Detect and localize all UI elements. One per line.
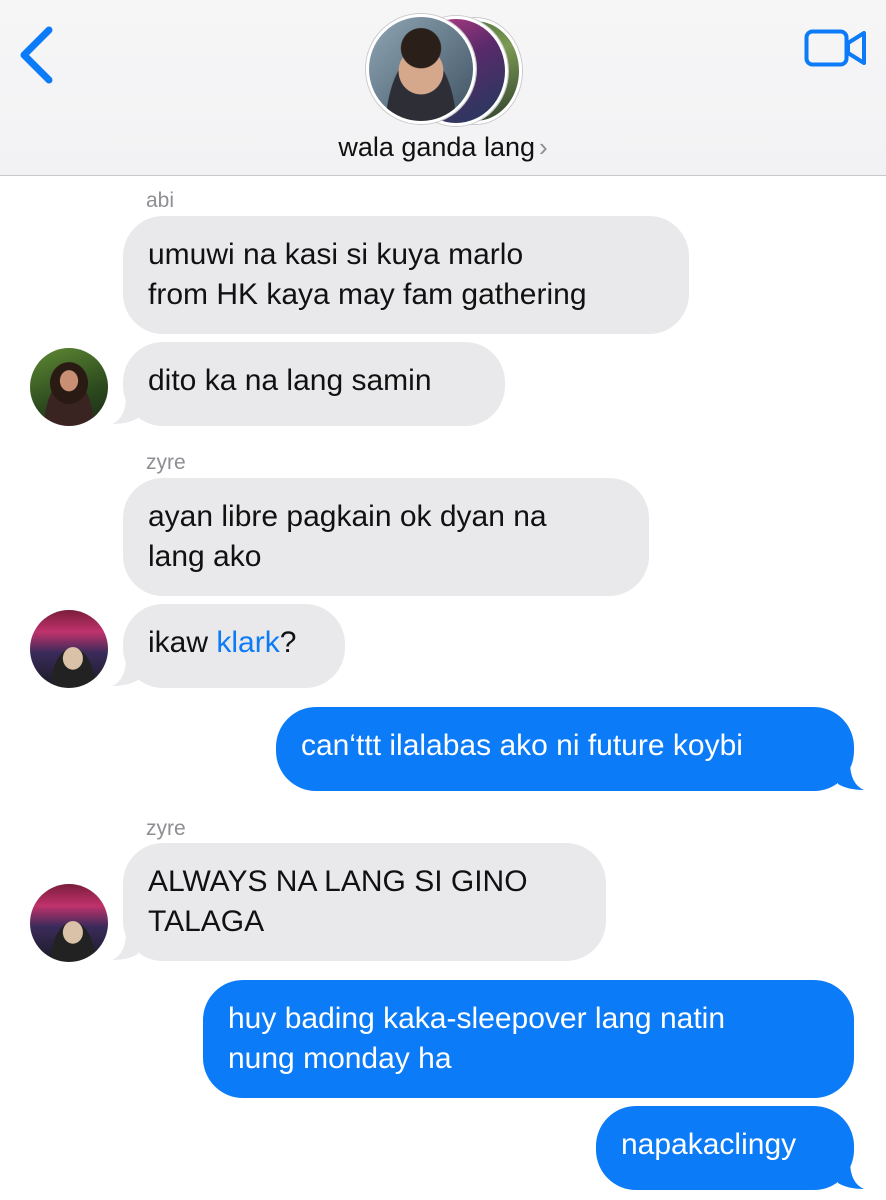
mention-link[interactable]: klark (216, 626, 279, 659)
message-line: TALAGA (148, 905, 265, 938)
sender-avatar[interactable] (30, 610, 108, 688)
sender-name: zyre (146, 817, 186, 840)
group-name[interactable]: wala ganda lang › (0, 132, 886, 163)
message-line: ALWAYS NA LANG SI GINO (148, 865, 528, 898)
bubble-tail (838, 1161, 864, 1189)
message-bubble-incoming[interactable]: ikaw klark? (123, 604, 345, 688)
group-name-label: wala ganda lang (338, 132, 535, 162)
message-bubble-incoming[interactable]: ALWAYS NA LANG SI GINO TALAGA (123, 843, 606, 961)
message-bubble-incoming[interactable]: ayan libre pagkain ok dyan na lang ako (123, 478, 649, 596)
back-button[interactable] (18, 26, 58, 84)
video-camera-icon (804, 29, 866, 67)
message-line: from HK kaya may fam gathering (148, 278, 587, 311)
message-text: dito ka na lang samin (148, 364, 432, 397)
message-bubble-outgoing[interactable]: huy bading kaka-sleepover lang natin nun… (203, 980, 854, 1098)
message-line: umuwi na kasi si kuya marlo (148, 238, 524, 271)
member-avatar (366, 14, 476, 124)
group-avatar[interactable] (366, 14, 522, 126)
message-line: lang ako (148, 540, 262, 573)
message-bubble-incoming[interactable]: umuwi na kasi si kuya marlo from HK kaya… (123, 216, 689, 334)
message-text: napakaclingy (621, 1128, 797, 1161)
message-text: ? (279, 626, 297, 659)
message-text: can‘ttt ilalabas ako ni future koybi (301, 729, 743, 762)
sender-name: zyre (146, 451, 186, 474)
message-bubble-outgoing[interactable]: can‘ttt ilalabas ako ni future koybi (276, 707, 854, 791)
sender-avatar[interactable] (30, 884, 108, 962)
message-line: ayan libre pagkain ok dyan na (148, 500, 547, 533)
facetime-button[interactable] (804, 28, 868, 68)
sender-avatar[interactable] (30, 348, 108, 426)
message-text: ikaw (148, 626, 217, 659)
message-bubble-incoming[interactable]: dito ka na lang samin (123, 342, 505, 426)
sender-name: abi (146, 189, 175, 212)
message-line: huy bading kaka-sleepover lang natin (228, 1002, 726, 1035)
chevron-right-icon: › (539, 132, 548, 162)
message-line: nung monday ha (228, 1042, 452, 1075)
message-bubble-outgoing[interactable]: napakaclingy (596, 1106, 854, 1190)
conversation-header: wala ganda lang › (0, 0, 886, 176)
chevron-left-icon (20, 26, 53, 84)
bubble-tail (838, 762, 864, 790)
